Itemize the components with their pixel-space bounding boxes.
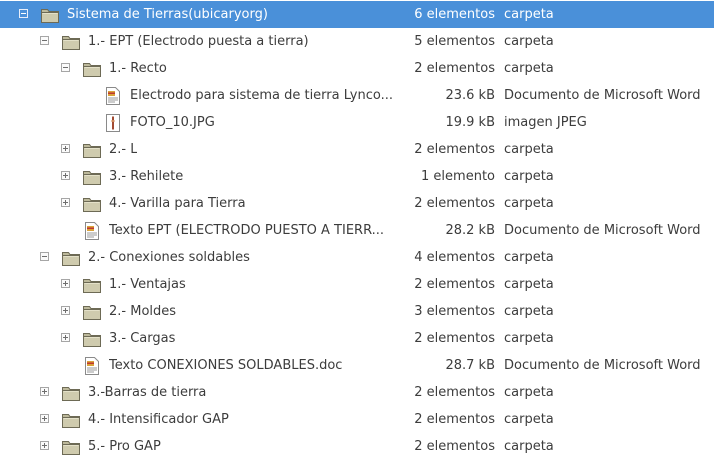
tree-row[interactable]: 1.- Recto 2 elementos carpeta bbox=[0, 55, 714, 82]
tree-row[interactable]: Texto EPT (ELECTRODO PUESTO A TIERR... 28… bbox=[0, 217, 714, 244]
item-type: imagen JPEG bbox=[504, 115, 587, 130]
folder-icon bbox=[61, 410, 81, 430]
tree-row[interactable]: 2.- Moldes 3 elementos carpeta bbox=[0, 298, 714, 325]
item-name: Electrodo para sistema de tierra Lynco..… bbox=[130, 88, 393, 103]
item-size: 4 elementos bbox=[414, 250, 495, 265]
collapse-minus-icon[interactable] bbox=[40, 36, 49, 45]
item-size: 5 elementos bbox=[414, 34, 495, 49]
tree-row[interactable]: 3.- Cargas 2 elementos carpeta bbox=[0, 325, 714, 352]
item-size: 2 elementos bbox=[414, 439, 495, 454]
item-type: carpeta bbox=[504, 439, 554, 454]
item-size: 2 elementos bbox=[414, 412, 495, 427]
expand-plus-icon[interactable] bbox=[40, 441, 49, 450]
expand-plus-icon[interactable] bbox=[61, 198, 70, 207]
tree-row[interactable]: Texto CONEXIONES SOLDABLES.doc 28.7 kB Doc… bbox=[0, 352, 714, 379]
item-name: 2.- Conexiones soldables bbox=[88, 250, 250, 265]
item-size: 19.9 kB bbox=[445, 115, 495, 130]
item-type: carpeta bbox=[504, 277, 554, 292]
item-name: 3.- Cargas bbox=[109, 331, 176, 346]
item-size: 2 elementos bbox=[414, 142, 495, 157]
folder-icon bbox=[82, 167, 102, 187]
item-type: carpeta bbox=[504, 7, 554, 22]
folder-icon bbox=[82, 140, 102, 160]
jpeg-image-icon bbox=[103, 113, 123, 133]
item-type: carpeta bbox=[504, 142, 554, 157]
item-name: 1.- Ventajas bbox=[109, 277, 186, 292]
folder-icon bbox=[61, 248, 81, 268]
item-type: carpeta bbox=[504, 331, 554, 346]
tree-row[interactable]: 2.- Conexiones soldables 4 elementos carpe… bbox=[0, 244, 714, 271]
folder-icon bbox=[82, 275, 102, 295]
item-name: 3.-Barras de tierra bbox=[88, 385, 207, 400]
folder-icon bbox=[82, 59, 102, 79]
folder-icon bbox=[82, 329, 102, 349]
item-type: carpeta bbox=[504, 250, 554, 265]
expand-plus-icon[interactable] bbox=[61, 171, 70, 180]
collapse-minus-icon[interactable] bbox=[19, 9, 28, 18]
item-type: Documento de Microsoft Word bbox=[504, 223, 701, 238]
tree-row[interactable]: Electrodo para sistema de tierra Lynco..… bbox=[0, 82, 714, 109]
item-name: Texto CONEXIONES SOLDABLES.doc bbox=[109, 358, 343, 373]
tree-row[interactable]: 5.- Pro GAP 2 elementos carpeta bbox=[0, 433, 714, 460]
item-size: 28.2 kB bbox=[445, 223, 495, 238]
tree-row[interactable]: 4.- Intensificador GAP 2 elementos carpeta bbox=[0, 406, 714, 433]
item-type: carpeta bbox=[504, 196, 554, 211]
file-tree-view[interactable]: Sistema de Tierras(ubicaryorg) 6 elemento… bbox=[0, 0, 714, 461]
item-name: 4.- Varilla para Tierra bbox=[109, 196, 246, 211]
item-name: Texto EPT (ELECTRODO PUESTO A TIERR... bbox=[109, 223, 385, 238]
tree-row[interactable]: FOTO_10.JPG 19.9 kB imagen JPEG bbox=[0, 109, 714, 136]
expand-plus-icon[interactable] bbox=[61, 279, 70, 288]
item-type: carpeta bbox=[504, 385, 554, 400]
expand-plus-icon[interactable] bbox=[61, 333, 70, 342]
item-size: 2 elementos bbox=[414, 385, 495, 400]
item-name: 1.- EPT (Electrodo puesta a tierra) bbox=[88, 34, 309, 49]
word-document-icon bbox=[82, 221, 102, 241]
item-name: 4.- Intensificador GAP bbox=[88, 412, 229, 427]
folder-icon bbox=[61, 32, 81, 52]
word-document-icon bbox=[82, 356, 102, 376]
collapse-minus-icon[interactable] bbox=[40, 252, 49, 261]
item-name: Sistema de Tierras(ubicaryorg) bbox=[67, 7, 268, 22]
expand-plus-icon[interactable] bbox=[61, 306, 70, 315]
tree-row[interactable]: 1.- Ventajas 2 elementos carpeta bbox=[0, 271, 714, 298]
folder-icon bbox=[82, 302, 102, 322]
item-size: 2 elementos bbox=[414, 331, 495, 346]
item-name: 1.- Recto bbox=[109, 61, 167, 76]
item-type: Documento de Microsoft Word bbox=[504, 88, 701, 103]
folder-icon bbox=[61, 437, 81, 457]
item-type: carpeta bbox=[504, 169, 554, 184]
item-name: 2.- Moldes bbox=[109, 304, 177, 319]
tree-row[interactable]: 3.-Barras de tierra 2 elementos carpeta bbox=[0, 379, 714, 406]
item-type: Documento de Microsoft Word bbox=[504, 358, 701, 373]
item-type: carpeta bbox=[504, 412, 554, 427]
item-type: carpeta bbox=[504, 304, 554, 319]
item-size: 23.6 kB bbox=[445, 88, 495, 103]
tree-row[interactable]: 2.- L 2 elementos carpeta bbox=[0, 136, 714, 163]
item-name: 3.- Rehilete bbox=[109, 169, 184, 184]
folder-icon bbox=[40, 5, 60, 25]
expand-plus-icon[interactable] bbox=[40, 414, 49, 423]
folder-icon bbox=[82, 194, 102, 214]
item-name: 2.- L bbox=[109, 142, 138, 157]
folder-icon bbox=[61, 383, 81, 403]
item-size: 2 elementos bbox=[414, 277, 495, 292]
item-type: carpeta bbox=[504, 34, 554, 49]
item-size: 2 elementos bbox=[414, 61, 495, 76]
expand-plus-icon[interactable] bbox=[40, 387, 49, 396]
item-size: 28.7 kB bbox=[445, 358, 495, 373]
tree-row[interactable]: 1.- EPT (Electrodo puesta a tierra) 5 ele… bbox=[0, 28, 714, 55]
collapse-minus-icon[interactable] bbox=[61, 63, 70, 72]
item-name: 5.- Pro GAP bbox=[88, 439, 161, 454]
item-type: carpeta bbox=[504, 61, 554, 76]
tree-row[interactable]: Sistema de Tierras(ubicaryorg) 6 elemento… bbox=[0, 1, 714, 28]
expand-plus-icon[interactable] bbox=[61, 144, 70, 153]
word-document-icon bbox=[103, 86, 123, 106]
item-size: 3 elementos bbox=[414, 304, 495, 319]
tree-row[interactable]: 3.- Rehilete 1 elemento carpeta bbox=[0, 163, 714, 190]
item-size: 2 elementos bbox=[414, 196, 495, 211]
item-name: FOTO_10.JPG bbox=[130, 115, 215, 130]
tree-row[interactable]: 4.- Varilla para Tierra 2 elementos carpet… bbox=[0, 190, 714, 217]
item-size: 1 elemento bbox=[421, 169, 495, 184]
item-size: 6 elementos bbox=[414, 7, 495, 22]
